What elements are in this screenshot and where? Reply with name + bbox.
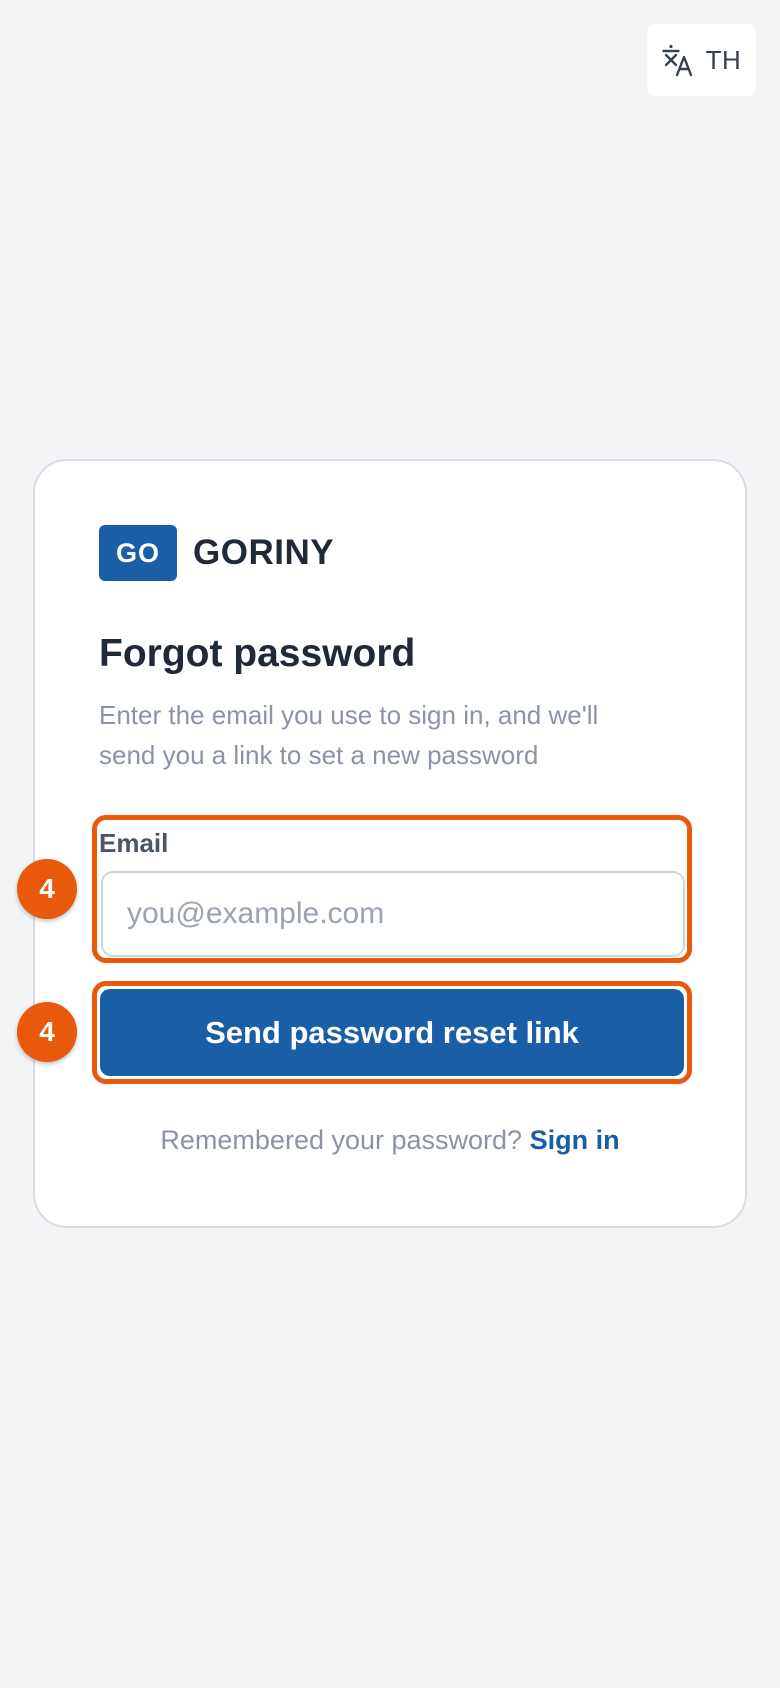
forgot-password-card: GO GORINY Forgot password Enter the emai… — [33, 459, 747, 1228]
page-title: Forgot password — [99, 632, 416, 675]
step-badge: 4 — [17, 1002, 77, 1062]
email-label: Email — [99, 828, 169, 858]
brand-logo: GO — [99, 525, 177, 581]
submit-button-highlight: Send password reset link — [92, 981, 692, 1084]
page-subtitle: Enter the email you use to sign in, and … — [99, 700, 599, 770]
email-field-group: Email — [92, 815, 692, 963]
sign-in-link[interactable]: Sign in — [530, 1125, 620, 1155]
send-reset-link-button[interactable]: Send password reset link — [100, 989, 684, 1076]
translate-icon — [661, 44, 692, 77]
language-switcher-button[interactable]: TH — [647, 24, 756, 96]
email-input[interactable] — [101, 871, 685, 957]
footer-text: Remembered your password? — [160, 1125, 523, 1155]
step-badge: 4 — [17, 859, 77, 919]
brand: GO GORINY — [99, 525, 334, 581]
language-label: TH — [705, 44, 742, 75]
brand-name: GORINY — [193, 533, 335, 572]
footer: Remembered your password? Sign in — [35, 1125, 745, 1156]
